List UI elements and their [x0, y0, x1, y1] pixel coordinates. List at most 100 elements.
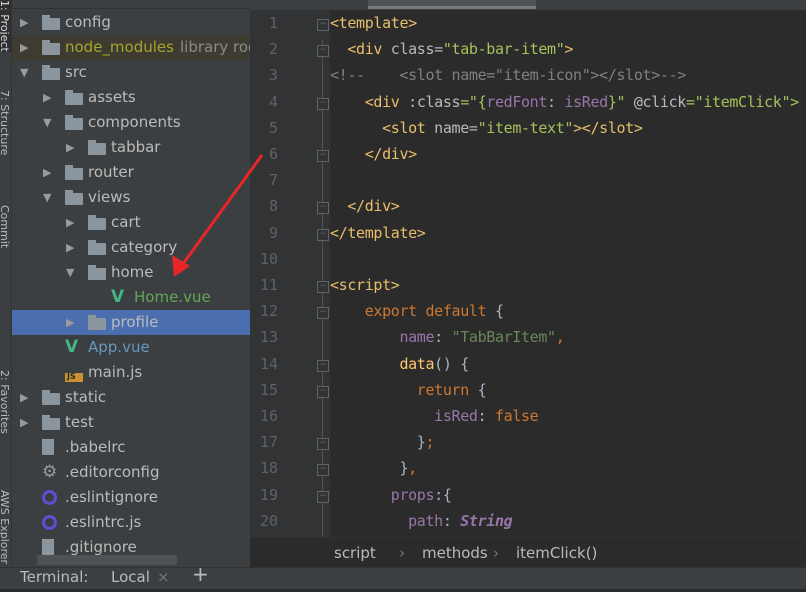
tree-item-config[interactable]: ▶ config — [12, 10, 250, 35]
chevron-right-icon[interactable]: ▶ — [43, 160, 55, 185]
line-number: 5 — [268, 118, 278, 137]
folder-icon — [88, 315, 106, 330]
code-token: , — [408, 459, 417, 478]
fold-expand-icon[interactable]: − — [317, 150, 329, 162]
code-token: : — [547, 92, 565, 111]
chevron-right-icon[interactable]: ▶ — [20, 385, 32, 410]
tree-item-src[interactable]: ▼ src — [12, 60, 250, 85]
tree-item-home[interactable]: ▼ home — [12, 260, 250, 285]
code-token: @click — [633, 92, 686, 111]
code-line[interactable]: </div> — [330, 141, 417, 167]
code-token: false — [494, 407, 539, 425]
chevron-right-icon[interactable]: ▶ — [66, 135, 78, 160]
tree-item-assets[interactable]: ▶ assets — [12, 85, 250, 110]
code-line[interactable]: <template> — [330, 10, 417, 36]
fold-expand-icon[interactable]: − — [317, 228, 329, 241]
fold-expand-icon[interactable]: − — [317, 464, 329, 477]
code-line[interactable]: data() { — [330, 351, 469, 377]
code-line[interactable]: isRed: false — [330, 403, 539, 429]
chevron-right-icon[interactable]: ▶ — [66, 235, 78, 260]
tool-window--project[interactable]: 1: Project — [0, 0, 11, 52]
tree-item-eslintignore[interactable]: .eslintignore — [12, 485, 250, 510]
chevron-right-icon[interactable]: ▶ — [20, 35, 32, 60]
code-line[interactable]: <script> — [330, 272, 400, 298]
chevron-down-icon[interactable]: ▼ — [66, 260, 78, 285]
folder-icon — [65, 115, 83, 130]
fold-collapse-icon[interactable]: − — [317, 490, 329, 503]
tree-item-tabbar[interactable]: ▶ tabbar — [12, 135, 250, 160]
breadcrumb-item-script[interactable]: script — [334, 538, 376, 568]
chevron-down-icon[interactable]: ▼ — [43, 185, 55, 210]
fold-collapse-icon[interactable]: − — [317, 307, 329, 320]
tree-item-homevue[interactable]: V Home.vue — [12, 285, 250, 310]
chevron-right-icon[interactable]: ▶ — [66, 310, 78, 335]
tree-item-category[interactable]: ▶ category — [12, 235, 250, 260]
close-icon[interactable]: × — [157, 562, 170, 592]
fold-expand-icon[interactable]: − — [317, 202, 329, 215]
tree-item-components[interactable]: ▼ components — [12, 110, 250, 135]
breadcrumb-item-methods[interactable]: methods — [422, 538, 488, 568]
code-line[interactable]: }; — [330, 429, 435, 455]
line-number: 16 — [259, 407, 278, 425]
line-number: 19 — [259, 485, 278, 504]
tree-item-views[interactable]: ▼ views — [12, 185, 250, 210]
tree-item-gitignore[interactable]: .gitignore — [12, 535, 250, 560]
tree-item-static[interactable]: ▶ static — [12, 385, 250, 410]
code-line[interactable]: <div class="tab-bar-item"> — [330, 36, 573, 62]
fold-collapse-icon[interactable]: − — [317, 359, 329, 372]
fold-collapse-icon[interactable]: − — [317, 281, 329, 293]
folder-icon — [65, 165, 83, 180]
fold-collapse-icon[interactable]: − — [317, 97, 329, 110]
code-token: <script> — [330, 276, 400, 294]
code-token: <template> — [330, 14, 417, 32]
gutter: 1 − 2 − 3 4 − 5 6 − 7 8 − 9 − 10 11 − 12 − 13 14 − 15 − 16 17 − 18 − 1… — [250, 10, 330, 550]
tree-item-eslintrcjs[interactable]: .eslintrc.js — [12, 510, 250, 535]
tree-item-profile[interactable]: ▶ profile — [12, 310, 250, 335]
chevron-right-icon[interactable]: ▶ — [20, 10, 32, 35]
fold-collapse-icon[interactable]: − — [317, 45, 329, 58]
line-number: 6 — [268, 145, 278, 163]
code-line[interactable]: <div :class="{redFont: isRed}" @click="i… — [330, 89, 799, 115]
editor-tab-active[interactable] — [368, 0, 536, 9]
folder-icon — [88, 265, 106, 280]
chevron-down-icon[interactable]: ▼ — [20, 60, 32, 85]
tool-window--favorites[interactable]: 2: Favorites — [0, 370, 11, 434]
code-token: </div> — [330, 145, 417, 163]
fold-expand-icon[interactable]: − — [317, 438, 329, 451]
code-line[interactable]: export default { — [330, 298, 504, 324]
code-line[interactable]: </div> — [330, 193, 399, 219]
tool-window-aws-explorer[interactable]: AWS Explorer — [0, 490, 11, 564]
tree-item-mainjs[interactable]: JS main.js — [12, 360, 250, 385]
tree-item-cart[interactable]: ▶ cart — [12, 210, 250, 235]
tree-item-test[interactable]: ▶ test — [12, 410, 250, 435]
code-line[interactable]: props:{ — [330, 482, 452, 508]
chevron-right-icon[interactable]: ▶ — [43, 85, 55, 110]
add-terminal-button[interactable]: + — [192, 559, 209, 589]
tree-item-editorconfig[interactable]: ⚙ .editorconfig — [12, 460, 250, 485]
tree-item-label: .eslintignore — [65, 488, 158, 506]
code-editor[interactable]: 1 − 2 − 3 4 − 5 6 − 7 8 − 9 − 10 11 − 12 − 13 14 − 15 − 16 17 − 18 − 1… — [250, 0, 806, 550]
code-line[interactable]: </template> — [330, 220, 426, 246]
code-line[interactable]: <slot name="item-text"></slot> — [330, 115, 643, 141]
terminal-tab-local[interactable]: Local — [111, 562, 150, 592]
tree-item-label: src — [65, 63, 87, 81]
chevron-right-icon[interactable]: ▶ — [20, 410, 32, 435]
code-line[interactable]: return { — [330, 377, 487, 403]
fold-collapse-icon[interactable]: − — [317, 385, 329, 398]
code-line[interactable]: path: String — [330, 508, 513, 534]
tool-window--structure[interactable]: 7: Structure — [0, 90, 11, 155]
tree-item-babelrc[interactable]: .babelrc — [12, 435, 250, 460]
tree-item-appvue[interactable]: V App.vue — [12, 335, 250, 360]
chevron-right-icon[interactable]: ▶ — [66, 210, 78, 235]
code-line[interactable]: }, — [330, 455, 417, 481]
code-line[interactable]: name: "TabBarItem", — [330, 324, 564, 350]
fold-collapse-icon[interactable]: − — [317, 19, 329, 31]
tree-item-node_modules[interactable]: ▶ node_modules library root — [12, 35, 250, 60]
tree-item-label: .babelrc — [65, 438, 126, 456]
breadcrumb-item-itemclick[interactable]: itemClick() — [516, 538, 597, 568]
code-line[interactable]: <!-- <slot name="item-icon"></slot>--> — [330, 62, 686, 88]
tree-item-router[interactable]: ▶ router — [12, 160, 250, 185]
chevron-down-icon[interactable]: ▼ — [43, 110, 55, 135]
line-number: 18 — [259, 459, 278, 478]
tool-window-commit[interactable]: Commit — [0, 205, 11, 248]
